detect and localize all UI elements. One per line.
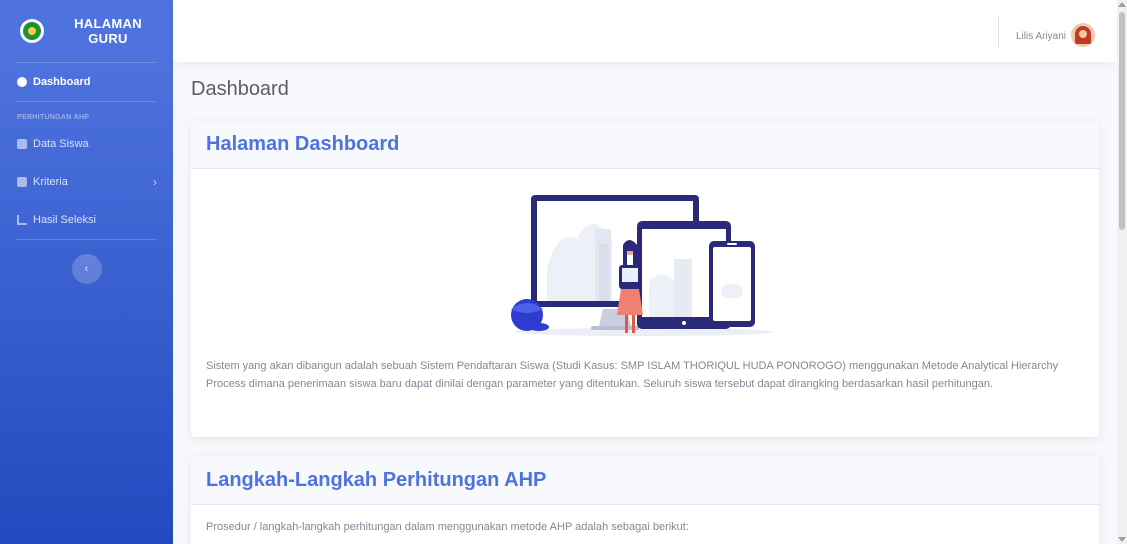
sidebar-item-kriteria[interactable]: Kriteria › xyxy=(0,163,173,201)
tachometer-icon xyxy=(17,77,27,87)
sidebar-divider xyxy=(16,239,157,240)
card-title: Halaman Dashboard xyxy=(206,133,400,155)
chart-icon xyxy=(17,215,27,225)
database-icon xyxy=(17,177,27,187)
page-title: Dashboard xyxy=(191,78,289,100)
sidebar-item-label: Kriteria xyxy=(33,176,68,188)
card-body-text: Prosedur / langkah-langkah perhitungan d… xyxy=(206,521,689,533)
sidebar-brand[interactable]: HALAMAN GURU xyxy=(0,0,173,62)
sidebar-item-dashboard[interactable]: Dashboard xyxy=(0,63,173,101)
card-header: Langkah-Langkah Perhitungan AHP xyxy=(191,456,1099,505)
sidebar-toggle-button[interactable]: ‹ xyxy=(71,254,102,284)
devices-illustration xyxy=(511,195,774,336)
dashboard-card: Halaman Dashboard Sistem yang akan diban… xyxy=(191,121,1099,437)
scroll-up-arrow-icon[interactable] xyxy=(1118,2,1126,7)
scroll-down-arrow-icon[interactable] xyxy=(1118,537,1126,542)
card-title: Langkah-Langkah Perhitungan AHP xyxy=(206,468,547,491)
sidebar-item-label: Data Siswa xyxy=(33,138,89,150)
ahp-steps-card: Langkah-Langkah Perhitungan AHP Prosedur… xyxy=(191,456,1099,544)
brand-line-1: HALAMAN xyxy=(74,16,142,31)
sidebar-item-data-siswa[interactable]: Data Siswa xyxy=(0,125,173,163)
sidebar-heading: PERHITUNGAN AHP xyxy=(17,114,90,121)
topbar-divider xyxy=(998,16,999,48)
database-icon xyxy=(17,139,27,149)
school-logo-icon xyxy=(20,19,44,43)
sidebar-item-hasil-seleksi[interactable]: Hasil Seleksi xyxy=(0,201,173,239)
brand-text: HALAMAN GURU xyxy=(58,16,158,46)
page-scrollbar[interactable] xyxy=(1117,0,1127,544)
sidebar: HALAMAN GURU Dashboard PERHITUNGAN AHP D… xyxy=(0,0,173,544)
chevron-right-icon: › xyxy=(153,175,157,189)
avatar[interactable] xyxy=(1071,23,1095,47)
sidebar-item-label: Hasil Seleksi xyxy=(33,214,96,226)
topbar: Lilis Ariyani xyxy=(173,0,1117,62)
user-name[interactable]: Lilis Ariyani xyxy=(1016,31,1066,42)
brand-line-2: GURU xyxy=(88,31,128,46)
sidebar-item-label: Dashboard xyxy=(33,76,91,88)
card-body-text: Sistem yang akan dibangun adalah sebuah … xyxy=(206,360,1059,390)
card-header: Halaman Dashboard xyxy=(191,121,1099,169)
scrollbar-thumb[interactable] xyxy=(1119,12,1125,230)
